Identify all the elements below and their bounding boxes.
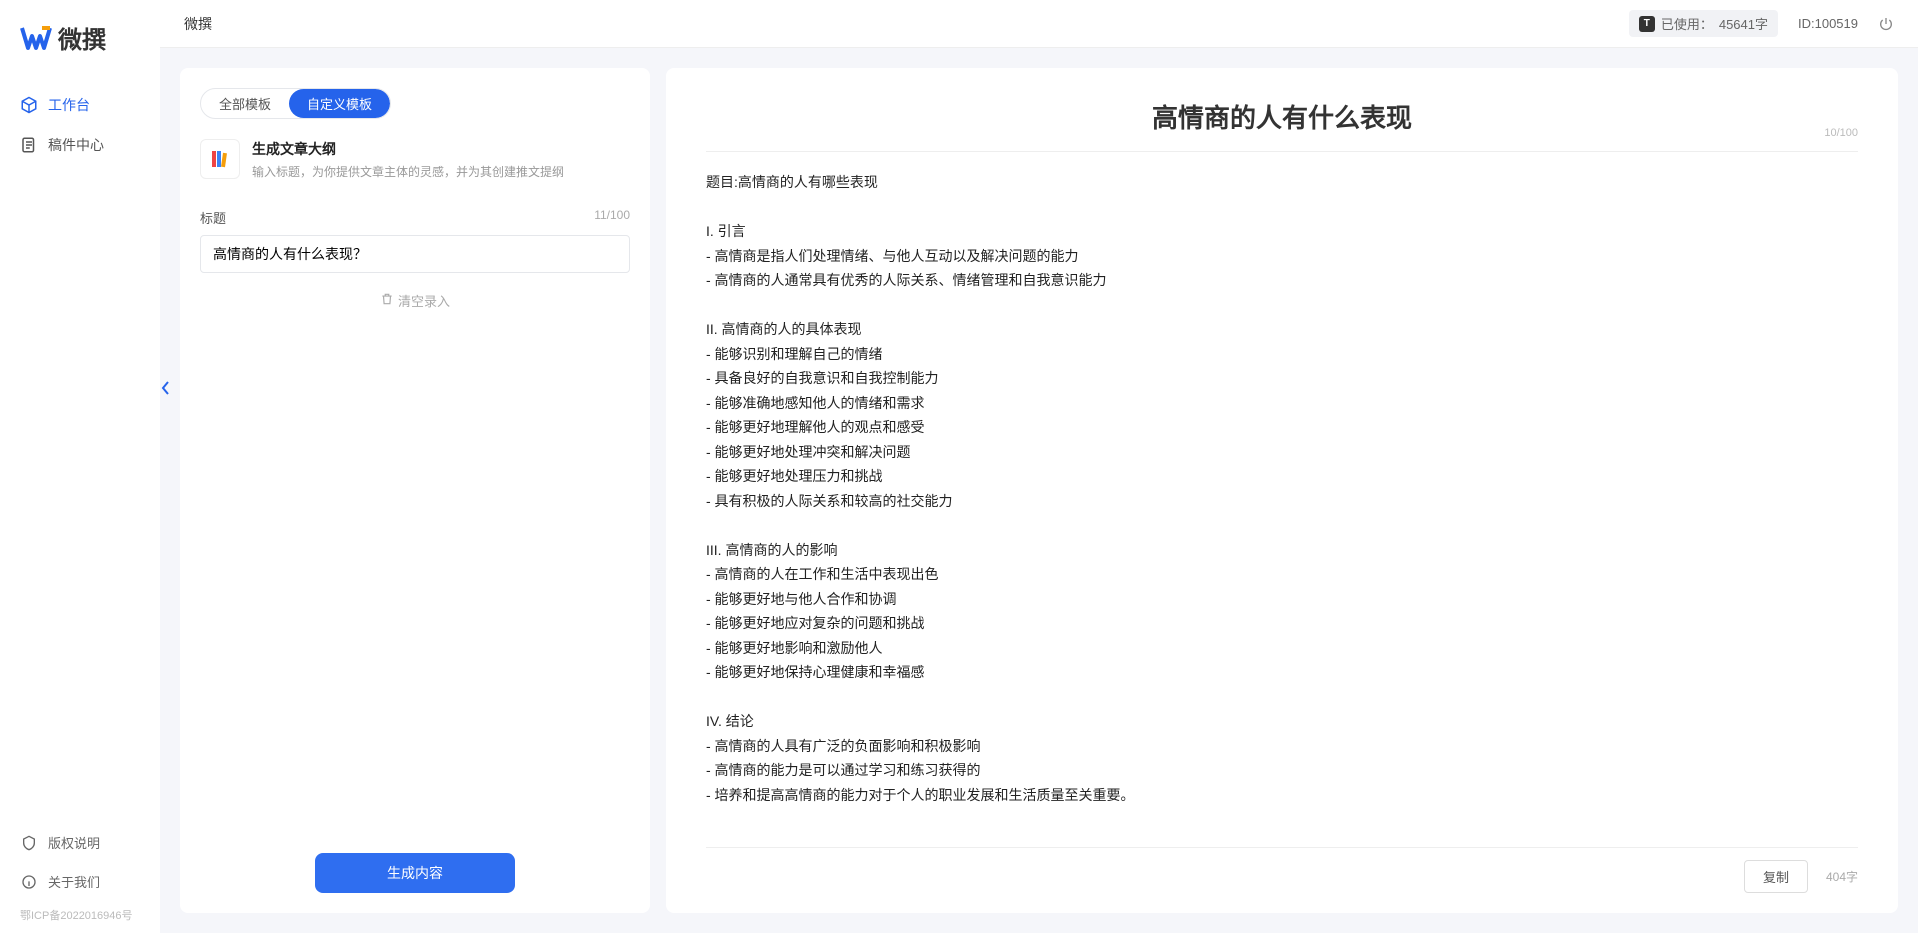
config-panel: 全部模板 自定义模板 生成文章大纲 输入标题，为你提供文章主体的灵感，并为其创建… (180, 68, 650, 913)
trash-icon (380, 292, 394, 309)
sidebar-item-drafts[interactable]: 稿件中心 (0, 125, 160, 165)
divider (706, 151, 1858, 152)
clear-label: 清空录入 (398, 291, 450, 310)
template-card: 生成文章大纲 输入标题，为你提供文章主体的灵感，并为其创建推文提纲 (200, 139, 630, 180)
sidebar-item-copyright[interactable]: 版权说明 (0, 823, 160, 862)
usage-label: 已使用： (1661, 14, 1713, 33)
sidebar-item-label: 版权说明 (48, 833, 100, 852)
tab-custom-templates[interactable]: 自定义模板 (289, 89, 390, 118)
template-desc: 输入标题，为你提供文章主体的灵感，并为其创建推文提纲 (252, 163, 564, 180)
sidebar-item-about[interactable]: 关于我们 (0, 862, 160, 901)
result-panel: 高情商的人有什么表现 10/100 题目:高情商的人有哪些表现 I. 引言 - … (666, 68, 1898, 913)
books-icon (200, 139, 240, 179)
sidebar-item-label: 工作台 (48, 95, 90, 115)
tab-all-templates[interactable]: 全部模板 (201, 89, 289, 118)
shield-icon (20, 834, 38, 852)
usage-value: 45641字 (1719, 14, 1768, 33)
title-counter: 10/100 (1824, 127, 1858, 139)
breadcrumb: 微撰 (184, 14, 212, 34)
logo-icon (20, 22, 52, 54)
title-input[interactable] (200, 235, 630, 273)
sidebar-item-label: 稿件中心 (48, 135, 104, 155)
template-tabs: 全部模板 自定义模板 (200, 88, 391, 119)
sidebar-item-label: 关于我们 (48, 872, 100, 891)
brand-name: 微撰 (58, 20, 106, 55)
cube-icon (20, 96, 38, 114)
template-title: 生成文章大纲 (252, 139, 564, 159)
info-icon (20, 873, 38, 891)
user-id: ID:100519 (1798, 16, 1858, 31)
result-body: 题目:高情商的人有哪些表现 I. 引言 - 高情商是指人们处理情绪、与他人互动以… (706, 170, 1858, 829)
field-label: 标题 (200, 208, 226, 227)
copy-button[interactable]: 复制 (1744, 860, 1808, 893)
power-icon[interactable] (1878, 16, 1894, 32)
text-icon: T (1639, 16, 1655, 32)
brand-logo: 微撰 (0, 20, 160, 85)
clear-input-button[interactable]: 清空录入 (200, 291, 630, 310)
generate-button[interactable]: 生成内容 (315, 853, 515, 893)
sidebar: 微撰 工作台 稿件中心 版权说明 关于我们 鄂ICP备2022016946号 (0, 0, 160, 933)
word-count: 404字 (1826, 868, 1858, 885)
field-counter: 11/100 (594, 208, 630, 227)
topbar: 微撰 T 已使用： 45641字 ID:100519 (160, 0, 1918, 48)
icp-text: 鄂ICP备2022016946号 (0, 901, 160, 923)
sidebar-item-workspace[interactable]: 工作台 (0, 85, 160, 125)
usage-badge: T 已使用： 45641字 (1629, 10, 1778, 37)
document-icon (20, 136, 38, 154)
collapse-handle[interactable] (160, 378, 170, 398)
result-title: 高情商的人有什么表现 (706, 98, 1858, 135)
